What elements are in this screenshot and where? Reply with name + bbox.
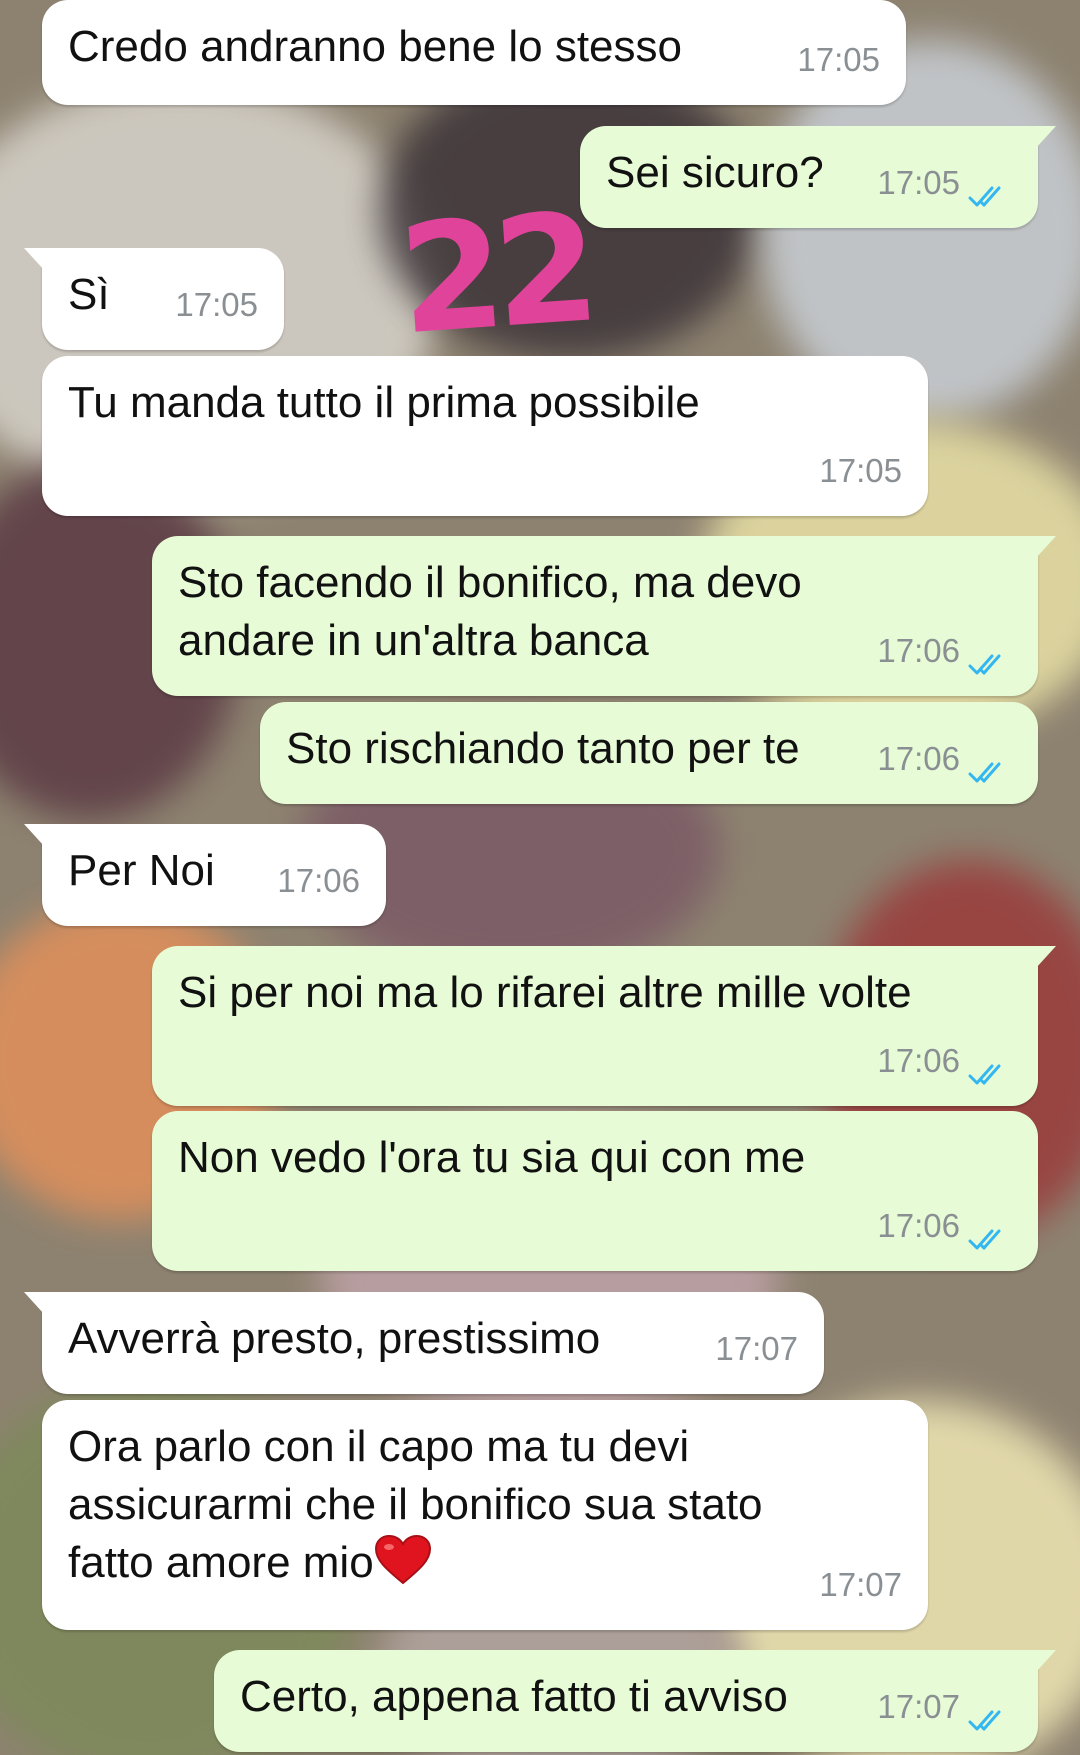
message-time: 17:05 — [877, 164, 960, 201]
message-time: 17:05 — [819, 452, 902, 489]
message-bubble[interactable]: Credo andranno bene lo stesso 17:05 — [42, 0, 906, 105]
read-ticks-icon — [968, 1213, 1012, 1250]
message-time: 17:06 — [877, 1207, 960, 1244]
read-ticks-icon — [968, 746, 1012, 783]
message-text: Tu manda tutto il prima possibile — [68, 378, 700, 427]
message-bubble[interactable]: Ora parlo con il capo ma tu devi assicur… — [42, 1400, 928, 1630]
message-bubble[interactable]: Sei sicuro? 17:05 — [580, 126, 1056, 228]
message-bubble[interactable]: Sì 17:05 — [24, 248, 284, 350]
message-time: 17:06 — [877, 740, 960, 777]
message-text: Non vedo l'ora tu sia qui con me — [178, 1133, 806, 1182]
message-text: Si per noi ma lo rifarei altre mille vol… — [178, 968, 912, 1017]
message-bubble[interactable]: Sto rischiando tanto per te 17:06 — [260, 702, 1038, 804]
message-time: 17:06 — [277, 862, 360, 899]
message-time: 17:06 — [877, 632, 960, 669]
message-list[interactable]: Credo andranno bene lo stesso 17:05 Sei … — [0, 0, 1080, 1755]
message-time: 17:05 — [175, 286, 258, 323]
message-time: 17:07 — [877, 1688, 960, 1725]
message-time: 17:07 — [819, 1566, 902, 1603]
message-bubble[interactable]: Per Noi 17:06 — [24, 824, 386, 926]
message-bubble[interactable]: Certo, appena fatto ti avviso 17:07 — [214, 1650, 1056, 1752]
message-bubble[interactable]: Si per noi ma lo rifarei altre mille vol… — [152, 946, 1056, 1106]
message-bubble[interactable]: Non vedo l'ora tu sia qui con me 17:06 — [152, 1111, 1038, 1271]
read-ticks-icon — [968, 170, 1012, 207]
message-bubble[interactable]: Tu manda tutto il prima possibile 17:05 — [42, 356, 928, 516]
message-text: Credo andranno bene lo stesso — [68, 22, 682, 71]
message-bubble[interactable]: Avverrà presto, prestissimo 17:07 — [24, 1292, 824, 1394]
message-bubble[interactable]: Sto facendo il bonifico, ma devo andare … — [152, 536, 1056, 696]
read-ticks-icon — [968, 638, 1012, 675]
message-text: Avverrà presto, prestissimo — [68, 1314, 601, 1363]
red-heart-icon — [374, 1535, 431, 1585]
read-ticks-icon — [968, 1694, 1012, 1731]
message-time: 17:06 — [877, 1042, 960, 1079]
message-time: 17:05 — [797, 41, 880, 78]
message-time: 17:07 — [715, 1330, 798, 1367]
read-ticks-icon — [968, 1048, 1012, 1085]
